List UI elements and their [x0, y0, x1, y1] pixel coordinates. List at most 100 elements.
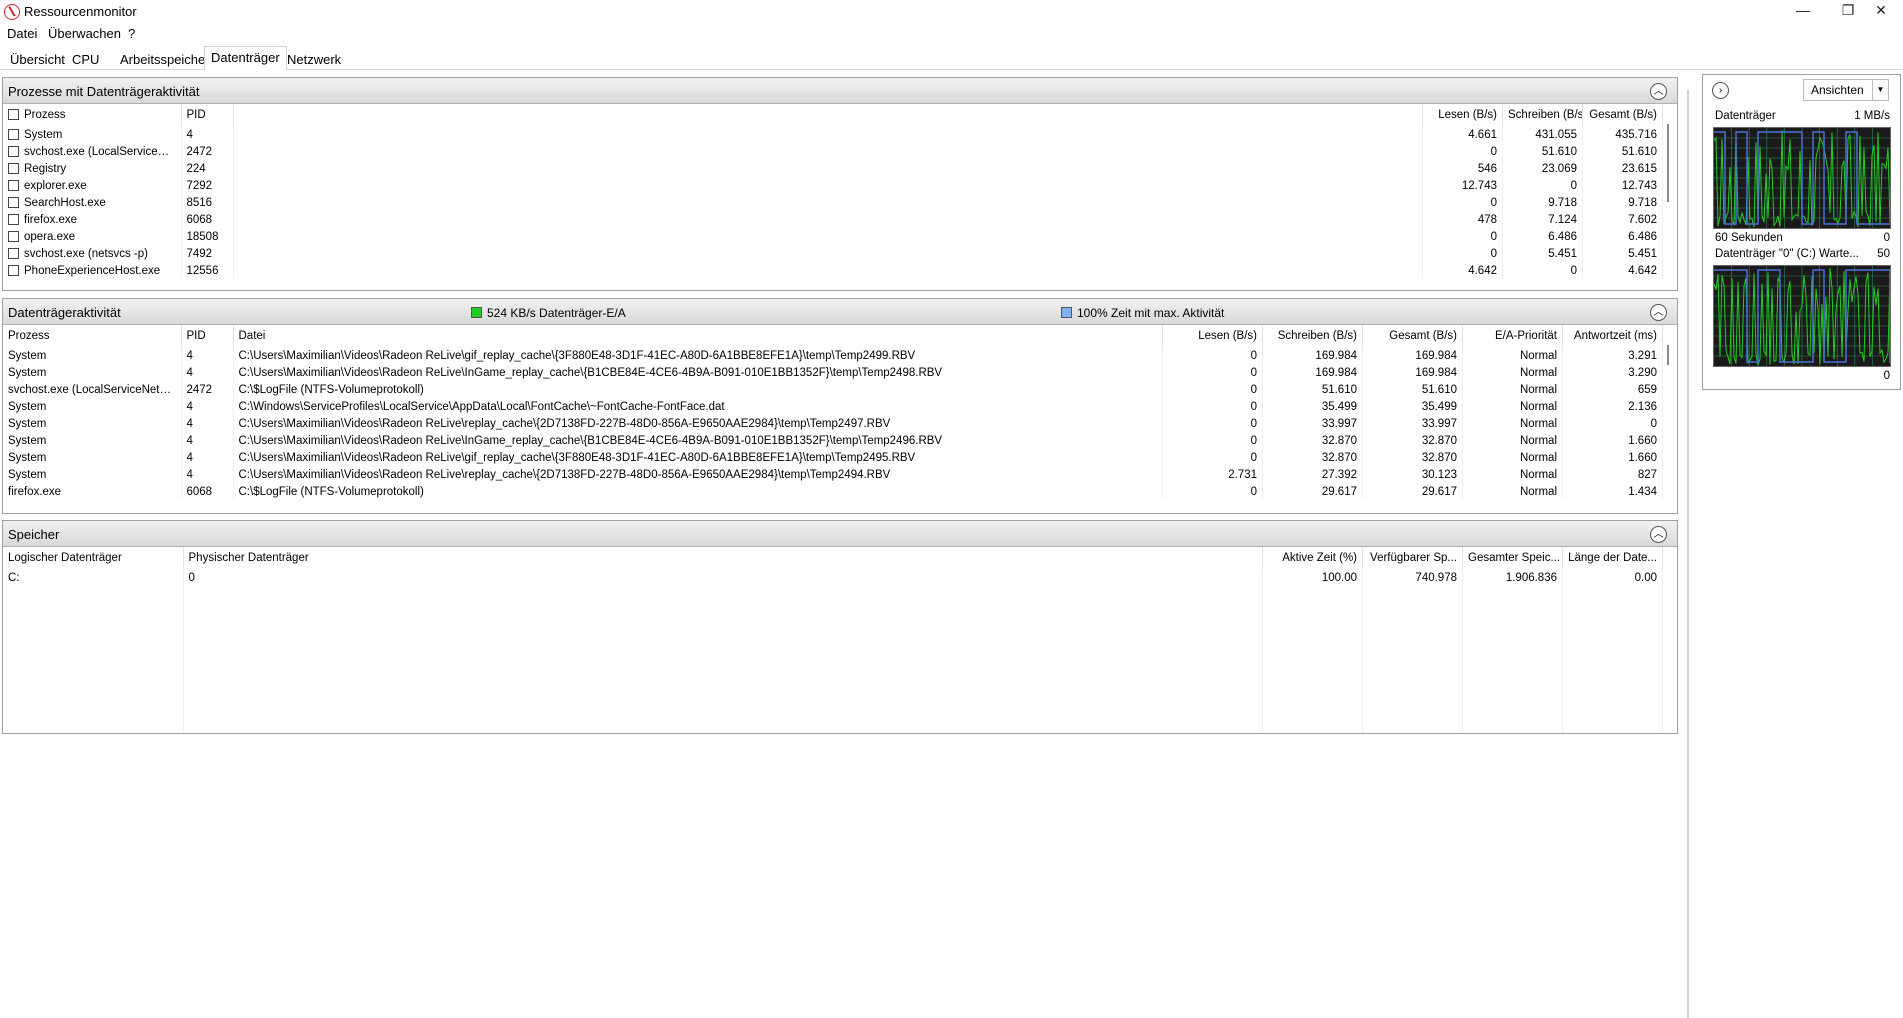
process-row[interactable]: opera.exe 18508 0 6.486 6.486 — [3, 228, 1663, 245]
col-header-prozess[interactable]: Prozess — [3, 104, 182, 126]
process-total: 51.610 — [1582, 143, 1663, 160]
row-checkbox[interactable] — [8, 162, 19, 174]
activity-row[interactable]: System 4 C:\Users\Maximilian\Videos\Radeon… — [3, 415, 1663, 432]
process-read: 0 — [1422, 194, 1503, 211]
process-row[interactable]: PhoneExperienceHost.exe 12556 4.642 0 4.642 — [3, 262, 1663, 279]
process-row[interactable]: svchost.exe (LocalServiceNet... 2472 0 51.6… — [3, 143, 1663, 160]
collapse-graph-panel-button[interactable]: › — [1712, 82, 1729, 99]
process-row[interactable]: System 4 4.661 431.055 435.716 — [3, 126, 1663, 143]
empty-cell — [1362, 586, 1463, 733]
tab-bar: Übersicht CPU Arbeitsspeicher Datenträge… — [0, 44, 1903, 71]
process-row[interactable]: SearchHost.exe 8516 0 9.718 9.718 — [3, 194, 1663, 211]
activity-response: 659 — [1562, 381, 1663, 398]
row-checkbox[interactable] — [8, 213, 19, 225]
tab-cpu[interactable]: CPU — [65, 48, 106, 70]
row-checkbox[interactable] — [8, 128, 19, 140]
col-header-logical[interactable]: Logischer Datenträger — [3, 547, 184, 569]
col-header-pid[interactable]: PID — [181, 104, 234, 126]
process-read: 546 — [1422, 160, 1503, 177]
process-write: 0 — [1502, 262, 1583, 279]
activity-section: Datenträgeraktivität 524 KB/s Datenträge… — [2, 298, 1678, 514]
activity-row[interactable]: System 4 C:\Users\Maximilian\Videos\Radeon… — [3, 347, 1663, 364]
process-name: opera.exe — [3, 228, 182, 245]
col-header-physical[interactable]: Physischer Datenträger — [183, 547, 1263, 569]
col-header-total[interactable]: Gesamter Speic... — [1462, 547, 1563, 569]
activity-row[interactable]: System 4 C:\Windows\ServiceProfiles\LocalS… — [3, 398, 1663, 415]
activity-total: 29.617 — [1362, 483, 1463, 500]
process-row[interactable]: explorer.exe 7292 12.743 0 12.743 — [3, 177, 1663, 194]
activity-row[interactable]: System 4 C:\Users\Maximilian\Videos\Radeon… — [3, 364, 1663, 381]
col-header-priority[interactable]: E/A-Priorität — [1462, 325, 1563, 347]
spacer-cell — [233, 194, 1423, 211]
tab-arbeitsspeicher[interactable]: Arbeitsspeicher — [113, 48, 217, 70]
activity-response: 0 — [1562, 415, 1663, 432]
activity-priority: Normal — [1462, 381, 1563, 398]
row-checkbox[interactable] — [8, 196, 19, 208]
col-header-lesen[interactable]: Lesen (B/s) — [1162, 325, 1263, 347]
col-header-available[interactable]: Verfügbarer Sp... — [1362, 547, 1463, 569]
col-header-schreiben[interactable]: Schreiben (B/s) — [1502, 104, 1583, 126]
row-checkbox[interactable] — [8, 264, 19, 276]
col-header-queue[interactable]: Länge der Date... — [1562, 547, 1663, 569]
activity-response: 3.290 — [1562, 364, 1663, 381]
col-header-gesamt[interactable]: Gesamt (B/s) — [1582, 104, 1663, 126]
title-bar: Ressourcenmonitor — ❐ ✕ — [0, 0, 1903, 24]
activity-process: System — [3, 432, 182, 449]
views-dropdown-icon[interactable]: ▼ — [1872, 80, 1888, 100]
activity-row[interactable]: System 4 C:\Users\Maximilian\Videos\Radeon… — [3, 449, 1663, 466]
select-all-checkbox[interactable] — [8, 109, 19, 120]
col-header-response[interactable]: Antwortzeit (ms) — [1562, 325, 1663, 347]
tab-datentraeger[interactable]: Datenträger — [204, 46, 287, 71]
activity-scrollbar[interactable] — [1667, 345, 1669, 365]
process-total: 4.642 — [1582, 262, 1663, 279]
col-header-pid[interactable]: PID — [181, 325, 234, 347]
empty-cell — [1262, 586, 1363, 733]
process-row[interactable]: firefox.exe 6068 478 7.124 7.602 — [3, 211, 1663, 228]
storage-row[interactable]: C: 0 100.00 740.978 1.906.836 0.00 — [3, 569, 1663, 587]
process-write: 5.451 — [1502, 245, 1583, 262]
activity-row[interactable]: System 4 C:\Users\Maximilian\Videos\Radeon… — [3, 466, 1663, 483]
empty-cell — [1562, 586, 1663, 733]
close-button[interactable]: ✕ — [1858, 0, 1903, 22]
panel-splitter[interactable] — [1687, 90, 1689, 1018]
activity-row[interactable]: svchost.exe (LocalServiceNetwo... 2472 C:\… — [3, 381, 1663, 398]
col-header-gesamt[interactable]: Gesamt (B/s) — [1362, 325, 1463, 347]
process-row[interactable]: Registry 224 546 23.069 23.615 — [3, 160, 1663, 177]
col-header-schreiben[interactable]: Schreiben (B/s) — [1262, 325, 1363, 347]
row-checkbox[interactable] — [8, 145, 19, 157]
row-checkbox[interactable] — [8, 179, 19, 191]
tab-netzwerk[interactable]: Netzwerk — [280, 48, 348, 70]
collapse-processes-button[interactable]: ︿ — [1650, 83, 1667, 100]
menu-help[interactable]: ? — [128, 26, 135, 41]
storage-header[interactable]: Speicher ︿ — [3, 521, 1677, 547]
activity-header[interactable]: Datenträgeraktivität 524 KB/s Datenträge… — [3, 299, 1677, 325]
activity-row[interactable]: System 4 C:\Users\Maximilian\Videos\Radeon… — [3, 432, 1663, 449]
spacer-cell — [233, 228, 1423, 245]
process-read: 4.661 — [1422, 126, 1503, 143]
processes-scrollbar[interactable] — [1667, 124, 1669, 202]
menu-ueberwachen[interactable]: Überwachen — [48, 26, 121, 41]
process-write: 23.069 — [1502, 160, 1583, 177]
activity-file: C:\Windows\ServiceProfiles\LocalService\… — [233, 398, 1163, 415]
collapse-storage-button[interactable]: ︿ — [1650, 526, 1667, 543]
col-header-datei[interactable]: Datei — [233, 325, 1163, 347]
graph2-scale: 50 — [1877, 248, 1890, 260]
minimize-button[interactable]: — — [1780, 0, 1826, 22]
menu-datei[interactable]: Datei — [7, 26, 37, 41]
graph2-min: 0 — [1883, 370, 1890, 382]
time-legend-swatch — [1061, 307, 1072, 318]
row-checkbox[interactable] — [8, 230, 19, 242]
col-header-active-time[interactable]: Aktive Zeit (%) — [1262, 547, 1363, 569]
processes-header[interactable]: Prozesse mit Datenträgeraktivität ︿ — [3, 78, 1677, 104]
views-button[interactable]: Ansichten ▼ — [1803, 79, 1889, 101]
col-header-prozess[interactable]: Prozess — [3, 325, 182, 347]
row-checkbox[interactable] — [8, 247, 19, 259]
tab-uebersicht[interactable]: Übersicht — [3, 48, 72, 70]
processes-section: Prozesse mit Datenträgeraktivität ︿ Proz… — [2, 77, 1678, 291]
disk0-queue-chart — [1713, 266, 1901, 367]
process-name: System — [3, 126, 182, 143]
activity-row[interactable]: firefox.exe 6068 C:\$LogFile (NTFS-Volumep… — [3, 483, 1663, 500]
col-header-lesen[interactable]: Lesen (B/s) — [1422, 104, 1503, 126]
process-row[interactable]: svchost.exe (netsvcs -p) 7492 0 5.451 5.451 — [3, 245, 1663, 262]
collapse-activity-button[interactable]: ︿ — [1650, 304, 1667, 321]
